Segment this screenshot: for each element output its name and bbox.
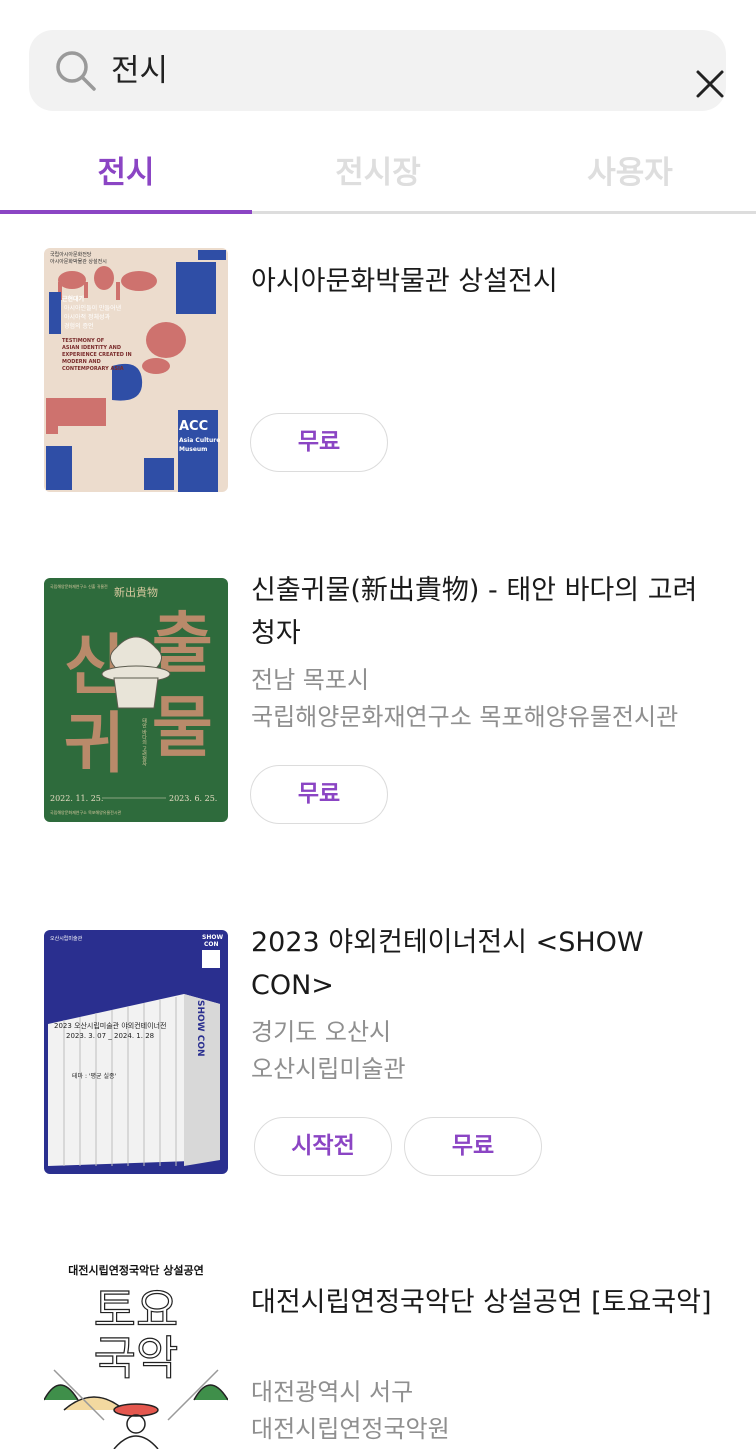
poster-theme: 테마 : '평균 실종' xyxy=(72,1072,117,1080)
list-item[interactable]: 오산시립미술관 SHOW CON 2023 오산시립미술관 야외컨테이너전 20… xyxy=(0,927,756,1178)
poster-text: 아시아적 정체성과 xyxy=(64,313,111,321)
exhibition-poster[interactable]: 국립해양문화재연구소 신출 귀물전 新出貴物 신 귀 출 물 태안 바다의 고려… xyxy=(44,578,228,822)
exhibition-title: 아시아문화박물관 상설전시 xyxy=(251,266,558,297)
poster-acc: ACC xyxy=(179,419,208,434)
poster-dates: 2023. 3. 07 _ 2024. 1. 28 xyxy=(66,1032,154,1040)
poster-text: 근현대기 xyxy=(62,295,84,303)
free-badge[interactable]: 무료 xyxy=(250,413,388,472)
poster-text: 국립해양문화재연구소 목포해양유물전시관 xyxy=(50,809,122,815)
poster-text: Asia Culture xyxy=(179,437,220,444)
poster-text: Museum xyxy=(179,446,207,453)
tab-bar: 전시 전시장 사용자 xyxy=(0,140,756,214)
exhibition-title: 2023 야외컨테이너전시 <SHOW CON> xyxy=(251,927,644,1001)
poster-vertical-text: 태안 바다의 고려청자 xyxy=(141,717,147,767)
search-icon xyxy=(56,51,96,91)
list-item[interactable]: 대전시립연정국악단 상설공연 토요 국악 대전시립연정국악단 상설공연 [토요국… xyxy=(0,1260,756,1449)
list-item[interactable]: 국립해양문화재연구소 신출 귀물전 新出貴物 신 귀 출 물 태안 바다의 고려… xyxy=(0,575,756,826)
exhibition-title: 대전시립연정국악단 상설공연 [토요국악] xyxy=(251,1287,712,1318)
poster-big-char: 물 xyxy=(152,688,213,766)
venue-text: 대전시립연정국악원 xyxy=(251,1415,450,1443)
venue-text: 국립해양문화재연구소 목포해양유물전시관 xyxy=(251,703,679,731)
poster-text: 아시아문화박물관 상설전시 xyxy=(50,258,107,265)
tab-label: 전시 xyxy=(97,155,155,191)
free-badge[interactable]: 무료 xyxy=(250,765,388,824)
poster-tag: SHOW xyxy=(202,934,223,941)
poster-hanja: 新出貴物 xyxy=(114,585,158,599)
tab-label: 사용자 xyxy=(587,155,673,191)
location-text: 경기도 오산시 xyxy=(251,1018,392,1046)
poster-big-text: 토요 xyxy=(94,1283,179,1337)
poster-date: 2022. 11. 25. xyxy=(50,794,103,803)
poster-text: 아시아인들이 만들어낸 xyxy=(64,304,122,312)
location-text: 전남 목포시 xyxy=(251,666,370,694)
location-text: 대전광역시 서구 xyxy=(251,1378,414,1406)
tab-users[interactable]: 사용자 xyxy=(504,140,756,214)
venue-text: 오산시립미술관 xyxy=(251,1055,406,1083)
tab-exhibition[interactable]: 전시 xyxy=(0,140,252,214)
qr-code-image xyxy=(202,950,220,968)
exhibition-title: 신출귀물(新出貴物) - 태안 바다의 고려청자 xyxy=(251,575,698,649)
close-icon[interactable] xyxy=(693,67,727,101)
poster-text: ASIAN IDENTITY AND xyxy=(62,345,121,351)
search-bar[interactable] xyxy=(29,30,726,111)
poster-text: 국립해양문화재연구소 신출 귀물전 xyxy=(50,583,108,589)
exhibition-poster[interactable]: 국립아시아문화전당 아시아문화박물관 상설전시 근현대기 아시아인들이 만들어낸… xyxy=(44,248,228,492)
poster-date: 2023. 6. 25. xyxy=(169,794,217,803)
search-input[interactable] xyxy=(111,49,631,93)
tab-label: 전시장 xyxy=(335,155,421,191)
poster-tag: CON xyxy=(204,941,219,948)
exhibition-poster[interactable]: 오산시립미술관 SHOW CON 2023 오산시립미술관 야외컨테이너전 20… xyxy=(44,930,228,1174)
free-badge[interactable]: 무료 xyxy=(404,1117,542,1176)
poster-brand: 오산시립미술관 xyxy=(50,935,83,942)
poster-text: TESTIMONY OF xyxy=(62,338,104,344)
upcoming-badge[interactable]: 시작전 xyxy=(254,1117,392,1176)
active-tab-indicator xyxy=(0,210,252,214)
poster-vertical-text: SHOW CON xyxy=(195,1000,205,1057)
poster-text: EXPERIENCE CREATED IN xyxy=(62,352,132,358)
poster-big-text: 국악 xyxy=(94,1331,179,1385)
poster-big-char: 귀 xyxy=(64,704,125,782)
exhibition-poster[interactable]: 대전시립연정국악단 상설공연 토요 국악 xyxy=(44,1260,228,1449)
poster-top-text: 대전시립연정국악단 상설공연 xyxy=(68,1263,203,1277)
poster-heading: 2023 오산시립미술관 야외컨테이너전 xyxy=(54,1021,166,1030)
poster-text: 경험의 증언 xyxy=(64,322,94,330)
list-item[interactable]: 국립아시아문화전당 아시아문화박물관 상설전시 근현대기 아시아인들이 만들어낸… xyxy=(0,246,756,496)
tab-exhibition-hall[interactable]: 전시장 xyxy=(252,140,504,214)
poster-text: CONTEMPORARY ASIA xyxy=(62,366,124,372)
poster-text: MODERN AND xyxy=(62,359,101,365)
poster-text: 국립아시아문화전당 xyxy=(50,251,92,258)
